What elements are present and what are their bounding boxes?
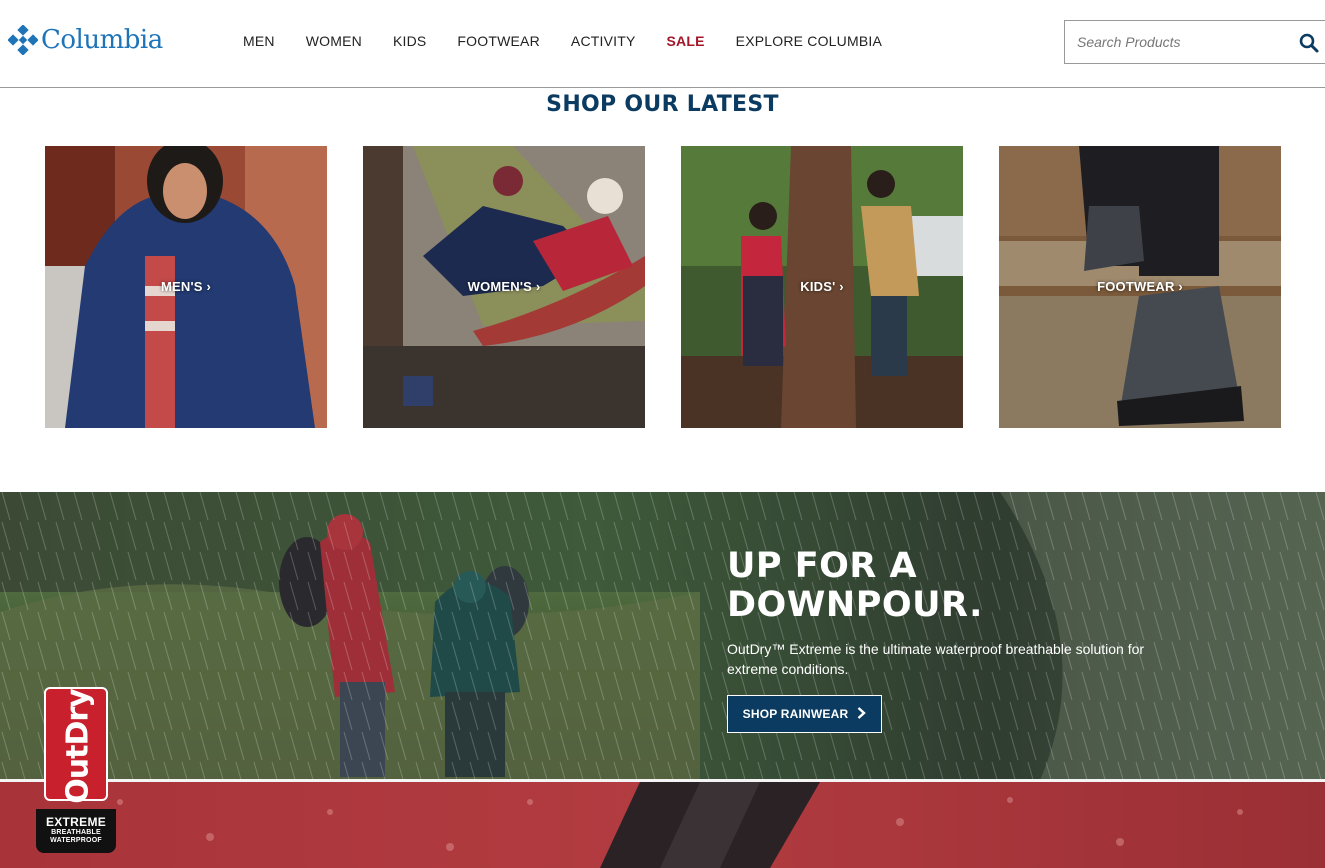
- badge-extreme: EXTREME: [45, 815, 107, 829]
- badge-caption: EXTREME BREATHABLE WATERPROOF: [36, 809, 116, 853]
- diamond-logo-icon: [8, 25, 38, 55]
- search-input[interactable]: [1065, 21, 1293, 63]
- outdry-wordmark: OutDry: [60, 689, 96, 804]
- hero-heading: UP FOR A DOWNPOUR.: [727, 547, 983, 625]
- red-fabric-photo: [0, 782, 1325, 868]
- nav-sale[interactable]: SALE: [667, 33, 705, 49]
- tile-label-footwear: FOOTWEAR ›: [1097, 279, 1183, 294]
- section-title: SHOP OUR LATEST: [546, 92, 779, 117]
- tile-footwear[interactable]: FOOTWEAR ›: [999, 146, 1281, 428]
- hero-heading-line2: DOWNPOUR.: [727, 585, 983, 625]
- outdry-extreme-badge: OutDry EXTREME BREATHABLE WATERPROOF: [36, 681, 116, 853]
- site-header: Columbia MEN WOMEN KIDS FOOTWEAR ACTIVIT…: [0, 0, 1325, 88]
- nav-explore-columbia[interactable]: EXPLORE COLUMBIA: [736, 33, 882, 49]
- hero-rain-photo: [0, 492, 1325, 780]
- shop-rainwear-label: SHOP RAINWEAR: [742, 707, 849, 721]
- nav-women[interactable]: WOMEN: [306, 33, 362, 49]
- nav-kids[interactable]: KIDS: [393, 33, 426, 49]
- tile-mens[interactable]: MEN'S ›: [45, 146, 327, 428]
- red-fabric-banner: [0, 782, 1325, 868]
- shop-rainwear-button[interactable]: SHOP RAINWEAR: [727, 695, 882, 733]
- search-icon[interactable]: [1297, 31, 1321, 55]
- tile-label-womens: WOMEN'S ›: [467, 279, 541, 294]
- hero-heading-line1: UP FOR A: [727, 546, 918, 586]
- logo-wordmark: Columbia: [41, 25, 163, 55]
- hero-banner: UP FOR A DOWNPOUR. OutDry™ Extreme is th…: [0, 492, 1325, 780]
- tile-label-mens: MEN'S ›: [161, 279, 211, 294]
- badge-waterproof: WATERPROOF: [50, 837, 102, 844]
- nav-activity[interactable]: ACTIVITY: [571, 33, 636, 49]
- columbia-logo[interactable]: Columbia: [8, 24, 163, 56]
- tile-kids[interactable]: KIDS' ›: [681, 146, 963, 428]
- main-nav: MEN WOMEN KIDS FOOTWEAR ACTIVITY SALE EX…: [243, 33, 913, 49]
- nav-footwear[interactable]: FOOTWEAR: [457, 33, 539, 49]
- nav-men[interactable]: MEN: [243, 33, 275, 49]
- badge-breathable: BREATHABLE: [51, 829, 101, 836]
- tile-label-kids: KIDS' ›: [800, 279, 844, 294]
- hero-description: OutDry™ Extreme is the ultimate waterpro…: [727, 641, 1145, 677]
- tile-womens[interactable]: WOMEN'S ›: [363, 146, 645, 428]
- search-box: [1064, 20, 1325, 64]
- chevron-right-icon: [857, 706, 867, 722]
- outdry-logo: OutDry: [44, 687, 108, 804]
